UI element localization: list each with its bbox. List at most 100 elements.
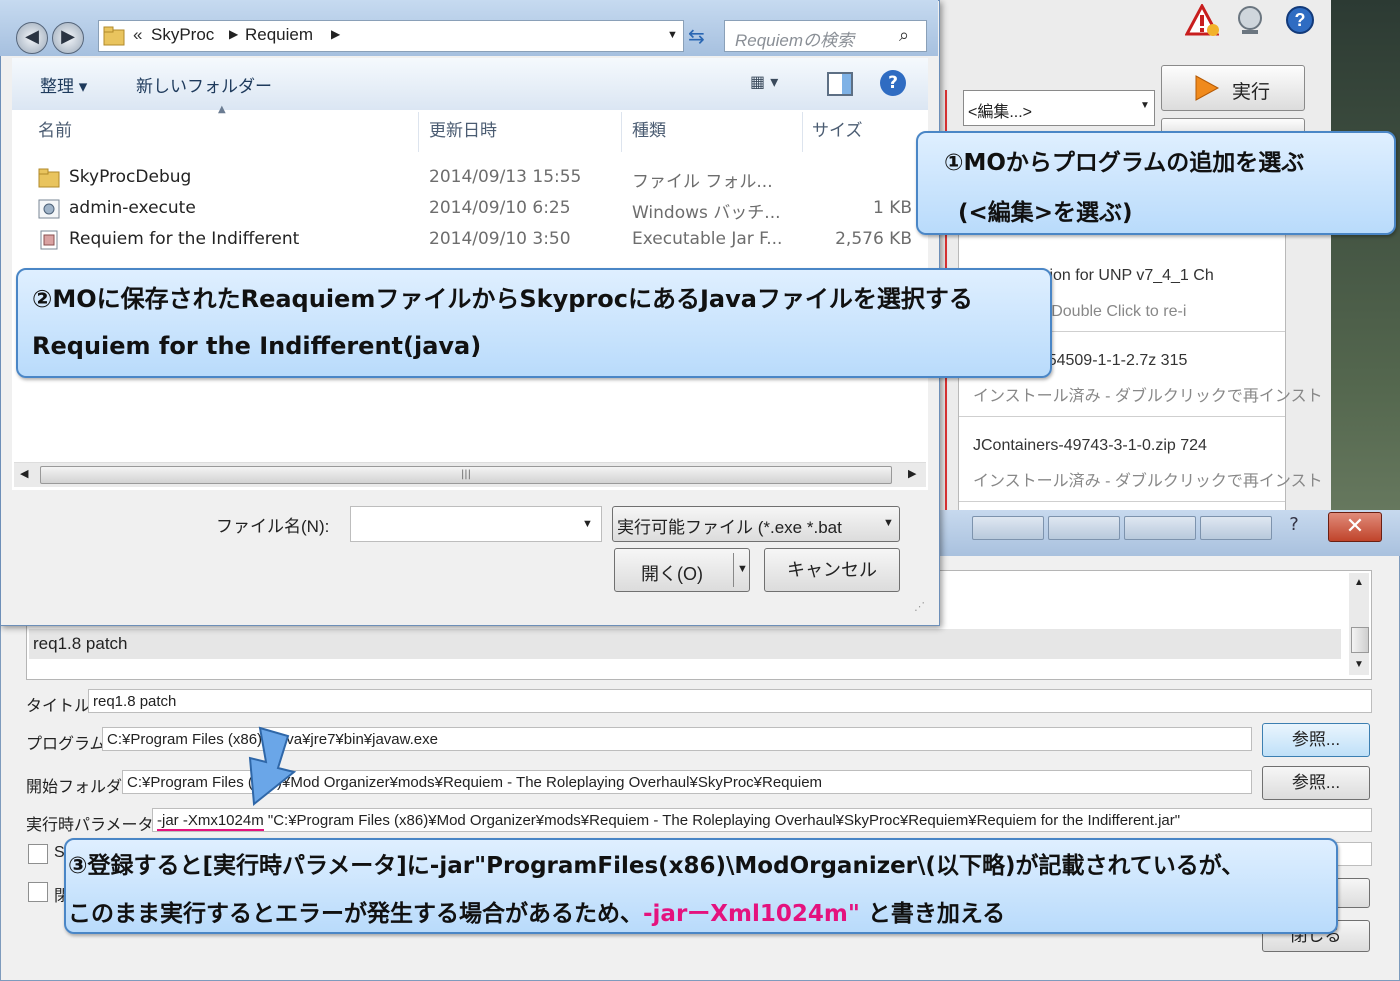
callout-step-1: ①MOからプログラムの追加を選ぶ (<編集>を選ぶ) — [916, 131, 1396, 235]
command-bar: 整理 ▾ 新しいフォルダー ▦ ▾ ? — [12, 58, 928, 111]
globe-icon[interactable] — [1233, 4, 1267, 36]
svg-text:?: ? — [1295, 10, 1306, 30]
close-button[interactable]: ✕ — [1328, 512, 1382, 542]
list-item[interactable]: JContainers-49743-3-1-0.zip 724 インストール済み… — [959, 421, 1323, 502]
back-icon[interactable]: ◀ — [16, 22, 48, 54]
chevron-right-icon[interactable]: ▶ — [908, 467, 916, 480]
question-icon[interactable]: ? — [1280, 514, 1308, 538]
file-row[interactable]: SkyProcDebug 2014/09/13 15:55 ファイル フォル..… — [36, 164, 916, 192]
executables-list-selected-row[interactable]: req1.8 patch — [29, 629, 1341, 659]
arguments-field[interactable]: -jar -Xmx1024m "C:¥Program Files (x86)¥M… — [152, 808, 1372, 832]
title-field[interactable]: req1.8 patch — [88, 689, 1372, 713]
breadcrumb-separator: ▶ — [331, 27, 341, 41]
start-folder-label: 開始フォルダ — [26, 779, 123, 796]
column-header-type[interactable]: 種類 — [632, 116, 666, 141]
forward-icon[interactable]: ▶ — [52, 22, 84, 54]
checkbox-2[interactable] — [28, 882, 48, 902]
file-date: 2014/09/10 3:50 — [429, 229, 571, 249]
chevron-down-icon: ▼ — [1140, 100, 1150, 111]
address-bar[interactable]: « SkyProc ▶ Requiem ▶ ▼ — [98, 20, 684, 52]
column-header-size[interactable]: サイズ — [812, 116, 863, 141]
breadcrumb-root[interactable]: « — [133, 25, 142, 45]
filename-label: ファイル名(N): — [216, 517, 330, 536]
help-icon[interactable]: ? — [880, 70, 906, 96]
scrollbar[interactable]: ▲ ▼ — [1349, 573, 1369, 675]
warning-icon[interactable] — [1184, 2, 1220, 36]
search-input[interactable]: Requiemの検索 — [735, 26, 854, 51]
toolbar-mini-button[interactable] — [1124, 516, 1196, 540]
view-options-icon[interactable]: ▦ ▾ — [750, 72, 798, 94]
run-button[interactable]: 実行 — [1161, 65, 1305, 111]
column-separator — [802, 112, 803, 152]
chevron-left-icon[interactable]: ◀ — [20, 467, 28, 480]
chevron-down-icon: ▼ — [883, 517, 894, 529]
play-icon — [1195, 75, 1220, 101]
horizontal-scrollbar[interactable]: ◀ ||| ▶ — [14, 462, 926, 487]
breadcrumb-skyproc[interactable]: SkyProc — [151, 25, 214, 45]
callout-step-2-line-1: ②MOに保存されたReaquiemファイルからSkyprocにあるJavaファイ… — [32, 285, 973, 313]
toolbar-mini-button[interactable] — [1048, 516, 1120, 540]
sort-indicator-icon: ▲ — [218, 104, 226, 115]
checkbox-1[interactable] — [28, 844, 48, 864]
column-header-name[interactable]: 名前 — [38, 116, 72, 141]
filename-input[interactable] — [350, 506, 602, 542]
file-type: ファイル フォル... — [632, 172, 773, 192]
organize-button[interactable]: 整理 ▾ — [40, 72, 87, 97]
callout-step-1-line-1: ①MOからプログラムの追加を選ぶ — [944, 150, 1305, 176]
open-split-divider — [733, 553, 734, 587]
arguments-label: 実行時パラメータ — [26, 817, 154, 834]
resize-grip-icon[interactable]: ⋰ — [914, 600, 925, 613]
jar-file-icon — [40, 230, 58, 250]
callout-step-3-line-1: ③登録すると[実行時パラメータ]に-jar"ProgramFiles(x86)\… — [68, 853, 1245, 879]
scrollbar-thumb[interactable] — [1351, 627, 1369, 653]
file-name: Requiem for the Indifferent — [69, 229, 300, 249]
folder-icon — [38, 168, 60, 188]
help-icon[interactable]: ? — [1283, 4, 1319, 36]
callout-step-3-line-2: このまま実行するとエラーが発生する場合があるため、-jarーXml1024m" … — [68, 901, 1006, 927]
file-name: SkyProcDebug — [69, 167, 192, 187]
callout-step-2-line-2: Requiem for the Indifferent(java) — [32, 332, 482, 360]
file-row[interactable]: admin-execute 2014/09/10 6:25 Windows バッ… — [36, 195, 916, 223]
toolbar-mini-button[interactable] — [972, 516, 1044, 540]
column-separator — [418, 112, 419, 152]
search-icon: ⌕ — [899, 25, 910, 45]
file-type-select[interactable]: 実行可能ファイル (*.exe *.bat ▼ — [612, 506, 900, 542]
search-box[interactable]: Requiemの検索 ⌕ — [724, 20, 927, 52]
chevron-down-icon: ▼ — [1354, 659, 1364, 670]
column-separator — [621, 112, 622, 152]
chevron-down-icon[interactable]: ▼ — [582, 518, 593, 530]
file-type: Windows バッチ... — [632, 203, 781, 223]
file-name: admin-execute — [69, 198, 196, 218]
callout-step-3: ③登録すると[実行時パラメータ]に-jar"ProgramFiles(x86)\… — [64, 838, 1338, 934]
refresh-icon[interactable]: ⇆ — [688, 24, 716, 50]
folder-icon — [103, 26, 125, 46]
file-row[interactable]: Requiem for the Indifferent 2014/09/10 3… — [36, 226, 916, 254]
program-label: プログラム — [26, 736, 106, 753]
title-label: タイトル — [26, 698, 91, 715]
cancel-button[interactable]: キャンセル — [764, 548, 900, 592]
toolbar-mini-button[interactable] — [1200, 516, 1272, 540]
browse-folder-button[interactable]: 参照... — [1262, 766, 1370, 800]
callout-step-2: ②MOに保存されたReaquiemファイルからSkyprocにあるJavaファイ… — [16, 268, 1052, 378]
file-size: 1 KB — [872, 198, 912, 218]
chevron-down-icon[interactable]: ▼ — [737, 563, 748, 575]
callout-step-3-highlight: -jarーXml1024m" — [643, 901, 860, 927]
arguments-path: "C:¥Program Files (x86)¥Mod Organizer¥mo… — [263, 812, 1181, 829]
callout-step-1-line-2: (<編集>を選ぶ) — [958, 200, 1133, 226]
breadcrumb-requiem[interactable]: Requiem — [245, 25, 313, 45]
browse-program-button[interactable]: 参照... — [1262, 723, 1370, 757]
chevron-up-icon: ▲ — [1354, 577, 1364, 588]
scrollbar-thumb[interactable]: ||| — [40, 466, 892, 484]
executable-combo[interactable]: <編集...> ▼ — [963, 90, 1155, 126]
file-type: Executable Jar F... — [632, 229, 783, 249]
chevron-down-icon[interactable]: ▼ — [667, 29, 678, 41]
column-header-date[interactable]: 更新日時 — [429, 116, 497, 141]
arguments-added-prefix: -jar -Xmx1024m — [157, 812, 264, 831]
file-date: 2014/09/10 6:25 — [429, 198, 571, 218]
preview-pane-icon[interactable] — [827, 72, 853, 96]
new-folder-button[interactable]: 新しいフォルダー — [136, 72, 272, 97]
executable-combo-value: <編集...> — [968, 104, 1033, 121]
breadcrumb-separator: ▶ — [229, 27, 239, 41]
run-label: 実行 — [1232, 82, 1271, 103]
open-button[interactable]: 開く(O) ▼ — [614, 548, 750, 592]
